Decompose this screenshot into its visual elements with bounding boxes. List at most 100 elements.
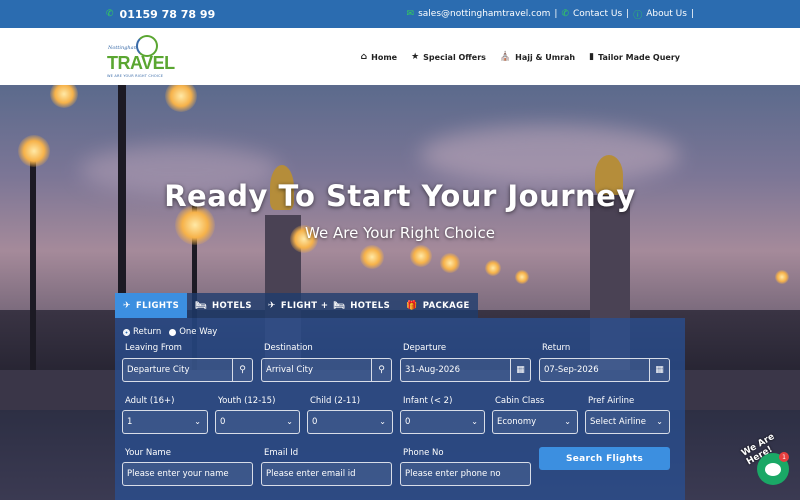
mobile-icon: ▮ <box>589 52 595 62</box>
site-logo[interactable]: Nottingham TRAVEL WE ARE YOUR RIGHT CHOI… <box>106 35 175 79</box>
plane-icon: ✈ <box>123 300 131 311</box>
child-select[interactable]: 0 ⌄ <box>307 410 393 434</box>
chevron-down-icon: ⌄ <box>379 417 386 426</box>
separator: | <box>554 9 558 19</box>
email-input[interactable]: Please enter email id <box>261 462 392 486</box>
departure-label: Departure <box>403 343 447 353</box>
calendar-icon: ▦ <box>649 359 669 381</box>
tab-label: FLIGHTS <box>135 300 180 311</box>
youth-select[interactable]: 0 ⌄ <box>215 410 300 434</box>
chevron-down-icon: ⌄ <box>656 417 663 426</box>
map-marker-icon: ⚲ <box>371 359 391 381</box>
cabin-select[interactable]: Economy ⌄ <box>492 410 578 434</box>
departure-date-value: 31-Aug-2026 <box>405 365 460 375</box>
hero-title: Ready To Start Your Journey <box>164 179 636 213</box>
adult-value: 1 <box>127 417 133 427</box>
infant-label: Infant (< 2) <box>403 396 453 406</box>
infant-select[interactable]: 0 ⌄ <box>400 410 485 434</box>
email-label: Email Id <box>264 448 299 458</box>
email-link[interactable]: sales@nottinghamtravel.com <box>418 9 550 19</box>
radio-dot <box>169 328 177 336</box>
radio-return[interactable]: Return <box>123 327 161 337</box>
tab-package[interactable]: 🎁 PACKAGE <box>398 293 478 318</box>
chat-bubble-icon <box>765 462 781 476</box>
calendar-icon: ▦ <box>510 359 530 381</box>
bed-icon: 🛏 <box>333 300 346 311</box>
youth-label: Youth (12-15) <box>218 396 276 406</box>
tab-hotels[interactable]: 🛏 HOTELS <box>187 293 260 318</box>
tab-label: HOTELS <box>211 300 252 311</box>
radio-label: One Way <box>179 327 218 337</box>
radio-one-way[interactable]: One Way <box>169 327 217 337</box>
leaving-from-input[interactable]: Departure City ⚲ <box>122 358 253 382</box>
return-date-value: 07-Sep-2026 <box>544 365 599 375</box>
chevron-down-icon: ⌄ <box>471 417 478 426</box>
adult-label: Adult (16+) <box>125 396 175 406</box>
leaving-from-placeholder: Departure City <box>127 365 190 375</box>
radio-label: Return <box>133 327 162 337</box>
tab-label: HOTELS <box>350 300 391 311</box>
nav-label: Special Offers <box>423 52 486 62</box>
nav-home[interactable]: ⌂ Home <box>361 52 397 62</box>
phone-icon: ✆ <box>561 9 569 19</box>
about-link[interactable]: About Us <box>646 9 687 19</box>
tab-label: FLIGHT + <box>280 300 329 311</box>
logo-big-text: TRAVEL <box>107 53 175 73</box>
adult-select[interactable]: 1 ⌄ <box>122 410 208 434</box>
envelope-icon: ✉ <box>406 9 415 19</box>
notification-badge: 1 <box>779 452 789 462</box>
lamp-light <box>775 270 789 284</box>
trip-type: Return One Way <box>123 327 217 337</box>
phone-icon: ✆ <box>106 9 114 19</box>
return-date-input[interactable]: 07-Sep-2026 ▦ <box>539 358 670 382</box>
phone-contact[interactable]: ✆ 01159 78 78 99 <box>106 8 215 21</box>
nav-tailor-made[interactable]: ▮ Tailor Made Query <box>589 52 680 62</box>
cabin-value: Economy <box>497 417 537 427</box>
site-header: Nottingham TRAVEL WE ARE YOUR RIGHT CHOI… <box>0 28 800 85</box>
logo-small-text: Nottingham <box>108 45 139 51</box>
airline-value: Select Airline <box>590 417 646 427</box>
name-input[interactable]: Please enter your name <box>122 462 253 486</box>
nav-hajj-umrah[interactable]: ⛪ Hajj & Umrah <box>500 52 575 62</box>
destination-label: Destination <box>264 343 313 353</box>
infant-value: 0 <box>405 417 411 427</box>
logo-tagline: WE ARE YOUR RIGHT CHOICE <box>107 74 164 78</box>
chevron-down-icon: ⌄ <box>286 417 293 426</box>
bed-icon: 🛏 <box>195 300 207 311</box>
nav-special-offers[interactable]: ★ Special Offers <box>411 52 486 62</box>
child-label: Child (2-11) <box>310 396 361 406</box>
chat-button[interactable]: 1 <box>757 452 789 485</box>
nav-label: Home <box>371 52 398 62</box>
info-icon: ⓘ <box>633 10 643 21</box>
tab-flight-hotels[interactable]: ✈ FLIGHT + 🛏 HOTELS <box>260 293 398 318</box>
lamp-light <box>440 253 460 273</box>
cloud <box>420 125 680 185</box>
destination-input[interactable]: Arrival City ⚲ <box>261 358 392 382</box>
lamp-light <box>165 85 197 112</box>
home-icon: ⌂ <box>360 52 368 62</box>
tab-flights[interactable]: ✈ FLIGHTS <box>115 293 188 318</box>
mosque-icon: ⛪ <box>499 52 512 62</box>
contact-link[interactable]: Contact Us <box>573 9 622 19</box>
airline-label: Pref Airline <box>588 396 635 406</box>
airline-select[interactable]: Select Airline ⌄ <box>585 410 670 434</box>
lamp-light <box>410 245 432 267</box>
return-label: Return <box>542 343 571 353</box>
child-value: 0 <box>312 417 318 427</box>
radio-dot <box>123 328 130 336</box>
name-placeholder: Please enter your name <box>127 469 229 479</box>
departure-date-input[interactable]: 31-Aug-2026 ▦ <box>400 358 531 382</box>
gift-icon: 🎁 <box>406 300 418 311</box>
youth-value: 0 <box>220 417 226 427</box>
name-label: Your Name <box>125 448 171 458</box>
phone-input[interactable]: Please enter phone no <box>400 462 531 486</box>
top-links: ✉ sales@nottinghamtravel.com | ✆ Contact… <box>407 8 694 21</box>
nav-label: Tailor Made Query <box>598 52 680 62</box>
chevron-down-icon: ⌄ <box>194 417 201 426</box>
search-flights-button[interactable]: Search Flights <box>539 447 670 470</box>
hero-subtitle: We Are Your Right Choice <box>305 224 495 242</box>
search-tabs: ✈ FLIGHTS 🛏 HOTELS ✈ FLIGHT + 🛏 HOTELS 🎁… <box>115 293 478 318</box>
map-marker-icon: ⚲ <box>232 359 252 381</box>
lamp-light <box>50 85 78 108</box>
destination-placeholder: Arrival City <box>266 365 313 375</box>
